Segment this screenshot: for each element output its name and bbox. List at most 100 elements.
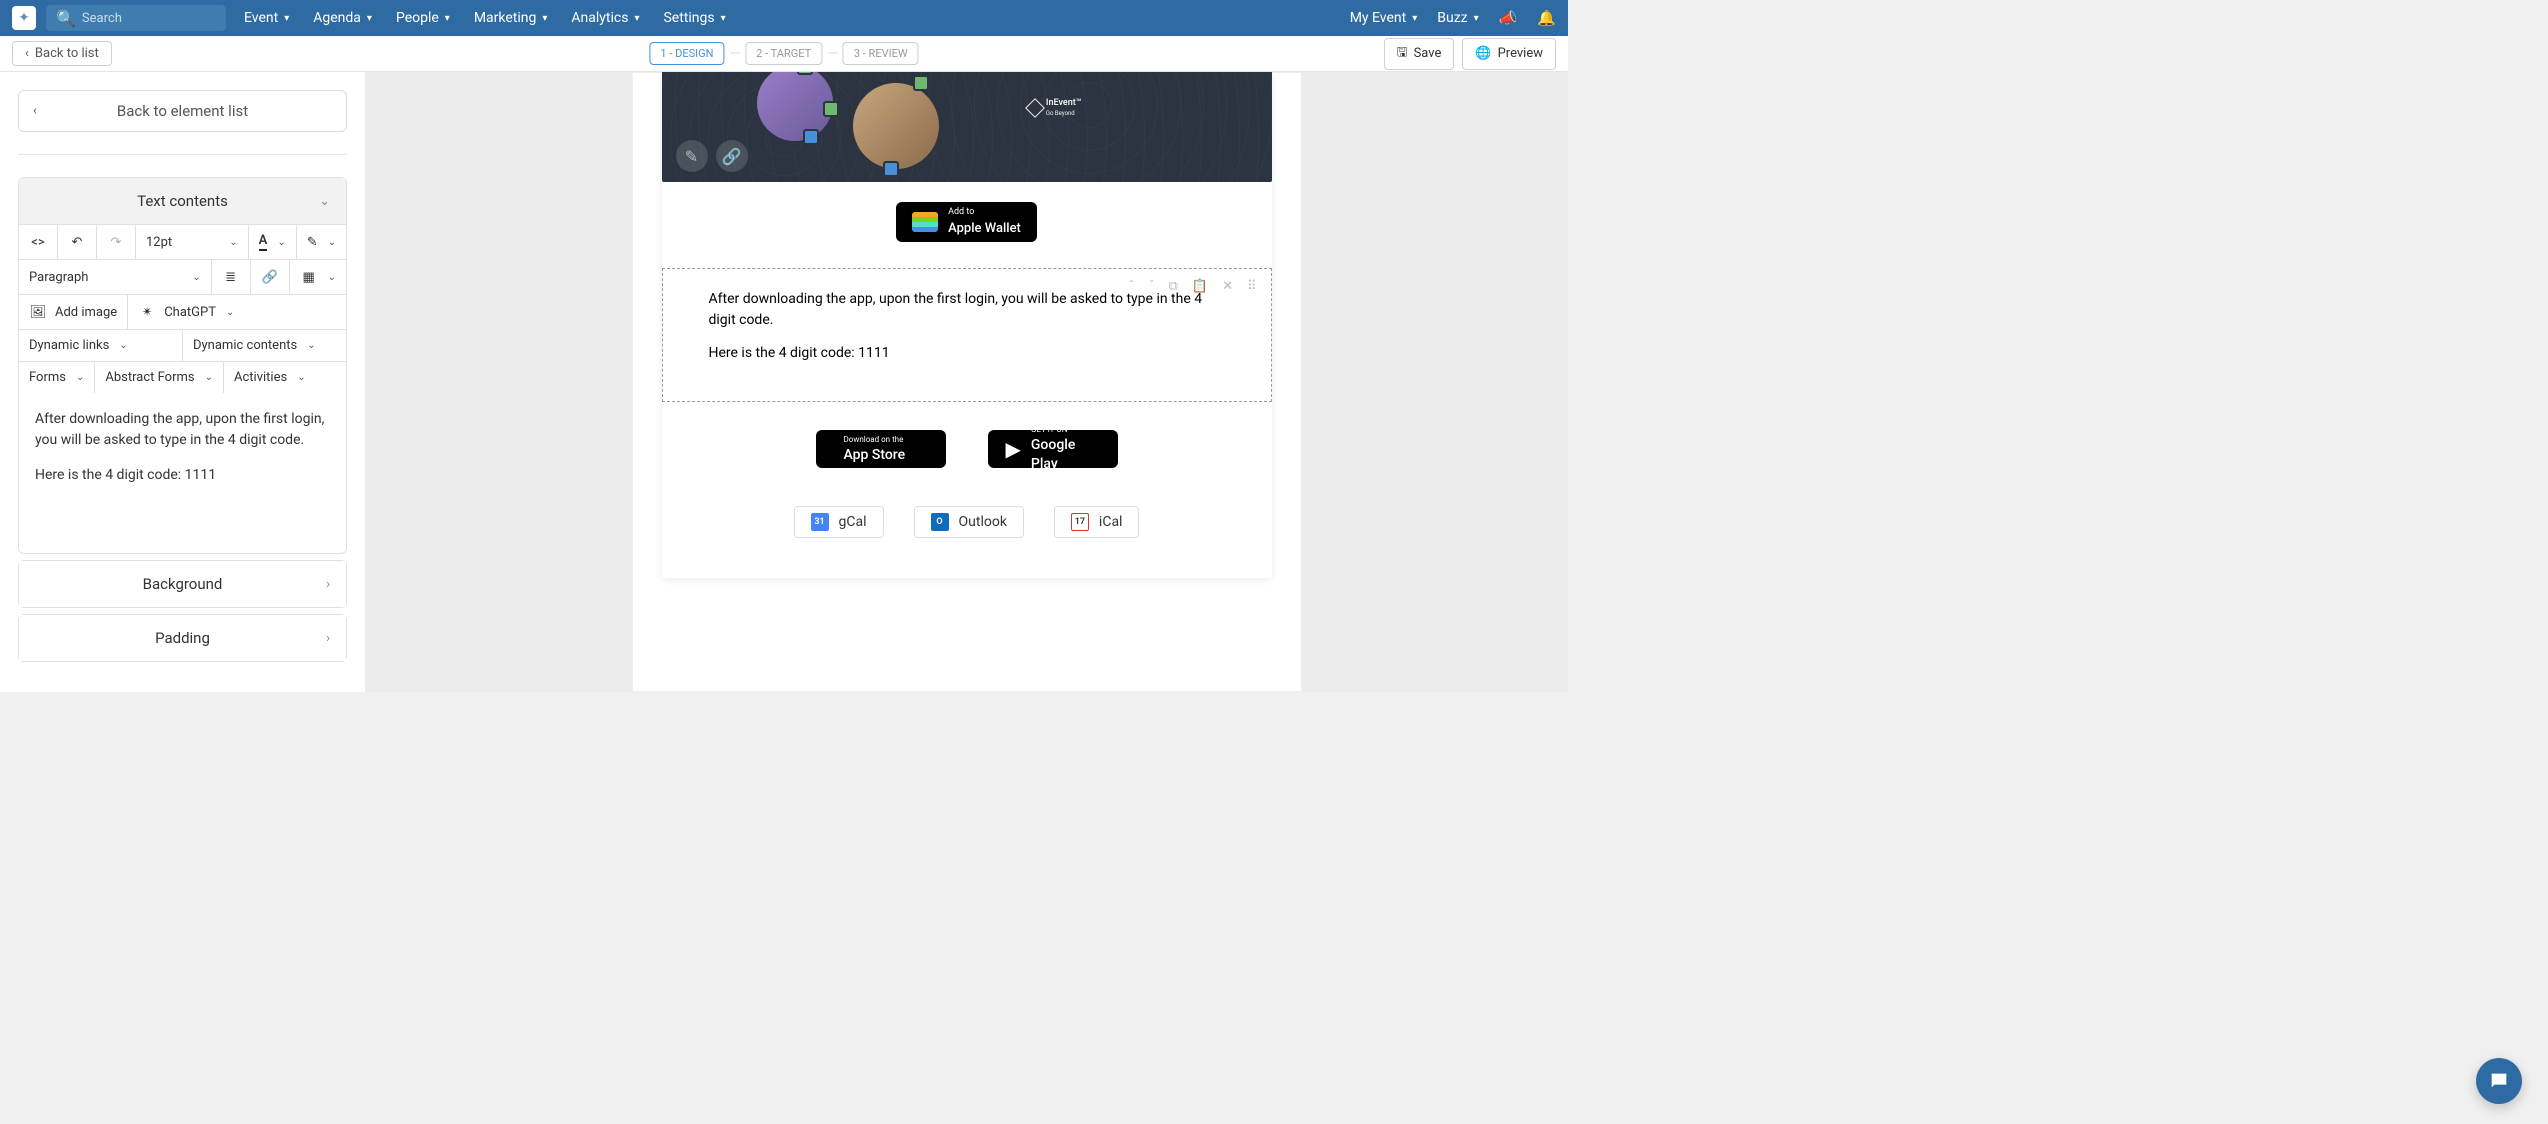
step-connector: ········	[822, 49, 843, 58]
step-design[interactable]: 1 - DESIGN	[649, 42, 724, 65]
ical-label: iCal	[1099, 514, 1123, 530]
nav-marketing[interactable]: Marketing▾	[474, 10, 548, 26]
padding-panel: Padding ›	[18, 614, 347, 662]
add-image-label: Add image	[55, 305, 117, 320]
paragraph-value: Paragraph	[29, 270, 88, 285]
drag-handle[interactable]: ⠿	[1247, 279, 1257, 294]
delete-button[interactable]: ✕	[1222, 279, 1233, 294]
block-tools: ˆ ˇ ⧉ 📋 ✕ ⠿	[1129, 279, 1257, 294]
link-button[interactable]: 🔗	[251, 260, 290, 294]
text-color-icon: A	[259, 233, 268, 251]
font-size-select[interactable]: 12pt⌄	[136, 225, 249, 259]
activities-button[interactable]: Activities ⌄	[224, 362, 346, 393]
app-logo[interactable]: ✦	[12, 6, 36, 30]
undo-button[interactable]: ↶	[58, 225, 97, 259]
chat-icon	[2488, 1070, 2510, 1092]
bullet-list-button[interactable]: ≣	[212, 260, 251, 294]
google-play-icon: ▶	[1006, 437, 1021, 461]
save-button[interactable]: 🖫 Save	[1384, 38, 1455, 70]
badge-icon	[883, 161, 899, 177]
text-contents-panel: Text contents ⌄ <> ↶ ↷ 12pt⌄ A⌄ ✎⌄ Parag…	[18, 177, 347, 554]
redo-button[interactable]: ↷	[97, 225, 136, 259]
logo-mark-icon	[1025, 98, 1045, 118]
chevron-down-icon: ⌄	[297, 372, 305, 383]
gplay-small: GET IT ON	[1031, 426, 1100, 434]
copy-button[interactable]: 📋	[1192, 279, 1208, 294]
preview-label: Preview	[1498, 46, 1543, 61]
gcal-label: gCal	[839, 514, 867, 530]
step-target[interactable]: 2 - TARGET	[745, 42, 822, 65]
globe-icon: 🌐	[1475, 46, 1491, 61]
dynamic-contents-button[interactable]: Dynamic contents⌄	[183, 330, 346, 361]
chat-fab[interactable]	[2476, 1058, 2522, 1104]
highlight-icon: ✎	[307, 235, 318, 250]
chevron-down-icon: ⌄	[277, 237, 285, 248]
back-to-element-list-button[interactable]: ‹ Back to element list	[18, 90, 347, 132]
abstract-forms-label: Abstract Forms	[105, 370, 194, 385]
selected-text-block[interactable]: ˆ ˇ ⧉ 📋 ✕ ⠿ After downloading the app, u…	[662, 268, 1272, 402]
table-button[interactable]: ▦⌄	[290, 260, 346, 294]
nav-analytics[interactable]: Analytics▾	[571, 10, 639, 26]
background-header[interactable]: Background ›	[19, 561, 346, 607]
nav-my-event[interactable]: My Event▾	[1350, 10, 1418, 26]
list-icon: ≣	[222, 268, 240, 286]
nav-event[interactable]: Event▾	[244, 10, 289, 26]
nav-right: My Event▾ Buzz▾ 📣 🔔	[1350, 9, 1556, 27]
duplicate-button[interactable]: ⧉	[1169, 279, 1178, 294]
chevron-down-icon: ⌄	[328, 237, 336, 248]
preview-button[interactable]: 🌐 Preview	[1462, 38, 1556, 70]
chevron-down-icon: ▾	[284, 13, 289, 24]
ical-icon: 17	[1071, 513, 1089, 531]
back-to-list-button[interactable]: ‹ Back to list	[12, 41, 112, 66]
highlight-button[interactable]: ✎⌄	[297, 225, 346, 259]
nav-people[interactable]: People▾	[396, 10, 450, 26]
wallet-icon	[912, 212, 938, 232]
chevron-right-icon: ›	[326, 631, 330, 646]
nav-items: Event▾ Agenda▾ People▾ Marketing▾ Analyt…	[244, 10, 726, 26]
wallet-small: Add to	[948, 208, 1021, 217]
badge-icon	[803, 129, 819, 145]
forms-label: Forms	[29, 370, 66, 385]
block-paragraph-2: Here is the 4 digit code: 1111	[709, 345, 1225, 361]
edit-hero-button[interactable]: ✎	[676, 140, 708, 172]
app-store-button[interactable]: Download on the App Store	[816, 430, 946, 468]
top-nav: ✦ 🔍 Event▾ Agenda▾ People▾ Marketing▾ An…	[0, 0, 1568, 36]
add-image-button[interactable]: 🖼Add image	[19, 295, 128, 329]
activities-label: Activities	[234, 370, 287, 385]
dynamic-links-button[interactable]: Dynamic links⌄	[19, 330, 183, 361]
chevron-down-icon: ▾	[1412, 13, 1417, 24]
bell-icon[interactable]: 🔔	[1537, 9, 1556, 27]
google-play-button[interactable]: ▶ GET IT ON Google Play	[988, 430, 1118, 468]
nav-agenda[interactable]: Agenda▾	[313, 10, 372, 26]
save-label: Save	[1414, 46, 1442, 61]
apple-wallet-button[interactable]: Add to Apple Wallet	[896, 202, 1037, 242]
nav-settings[interactable]: Settings▾	[663, 10, 725, 26]
ical-button[interactable]: 17 iCal	[1054, 506, 1140, 538]
search-input[interactable]	[82, 11, 216, 26]
text-contents-header[interactable]: Text contents ⌄	[19, 178, 346, 224]
link-hero-button[interactable]: 🔗	[716, 140, 748, 172]
paragraph-select[interactable]: Paragraph⌄	[19, 260, 212, 294]
move-down-button[interactable]: ˇ	[1149, 279, 1155, 294]
font-size-value: 12pt	[146, 235, 172, 250]
outlook-label: Outlook	[959, 514, 1007, 530]
move-up-button[interactable]: ˆ	[1129, 279, 1135, 294]
gcal-button[interactable]: 31 gCal	[794, 506, 884, 538]
back-element-label: Back to element list	[117, 102, 248, 120]
step-review[interactable]: 3 - REVIEW	[843, 42, 919, 65]
forms-button[interactable]: Forms⌄	[19, 362, 95, 393]
padding-header[interactable]: Padding ›	[19, 615, 346, 661]
chatgpt-button[interactable]: ✴ChatGPT⌄	[128, 295, 346, 329]
text-color-button[interactable]: A⌄	[249, 225, 297, 259]
hero-photo-2	[850, 80, 942, 172]
redo-icon: ↷	[107, 233, 125, 251]
megaphone-icon[interactable]: 📣	[1499, 9, 1518, 27]
text-editor[interactable]: After downloading the app, upon the firs…	[19, 393, 346, 553]
abstract-forms-button[interactable]: Abstract Forms⌄	[95, 362, 224, 393]
wallet-section: Add to Apple Wallet	[662, 182, 1272, 268]
outlook-button[interactable]: O Outlook	[914, 506, 1024, 538]
nav-buzz[interactable]: Buzz▾	[1437, 10, 1478, 26]
code-view-button[interactable]: <>	[19, 225, 58, 259]
chevron-down-icon: ⌄	[307, 340, 315, 351]
sidebar-panel: ‹ Back to element list Text contents ⌄ <…	[0, 72, 365, 692]
